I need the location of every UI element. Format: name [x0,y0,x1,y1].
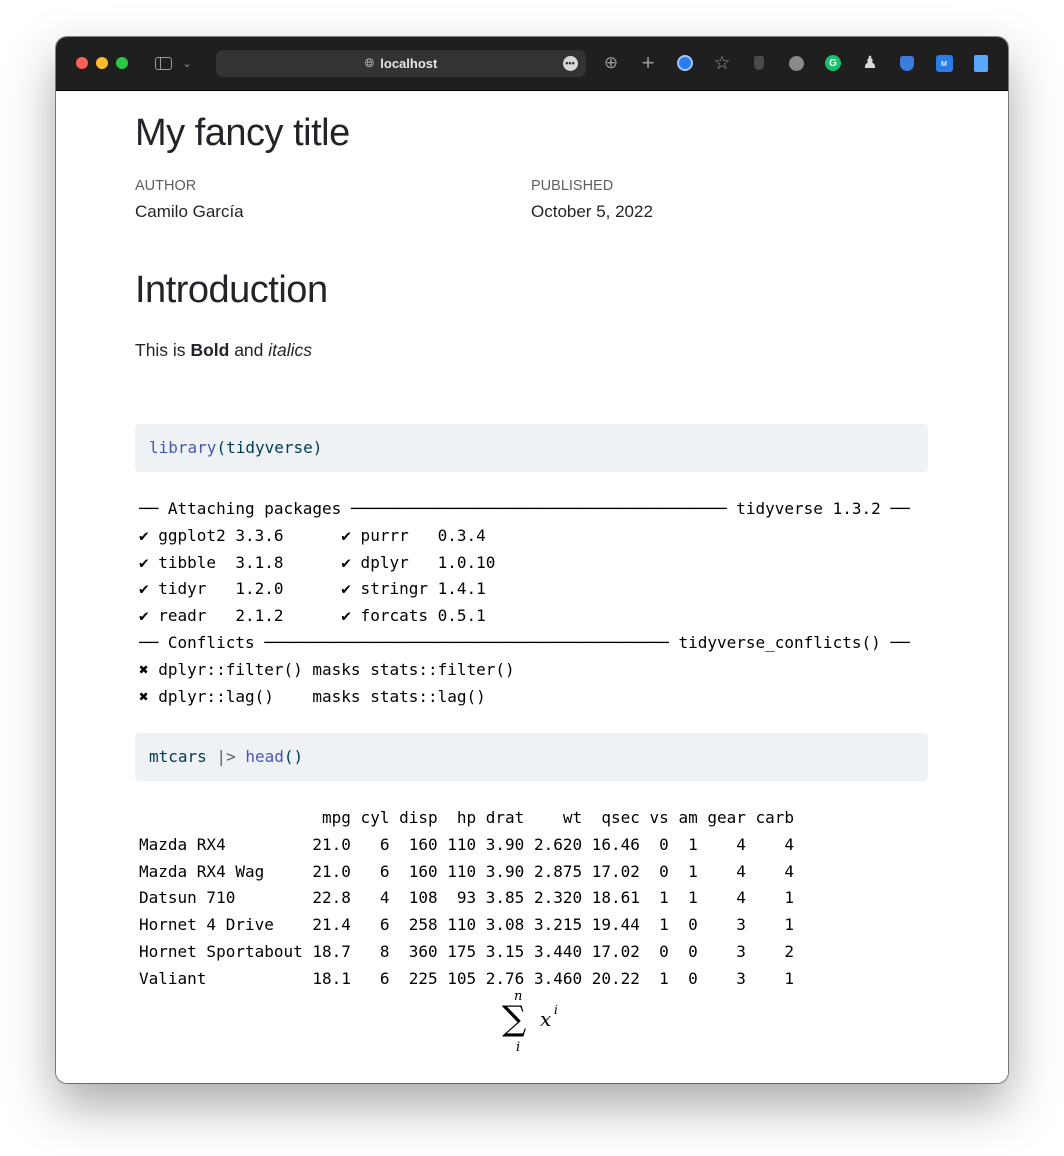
intro-bold: Bold [190,340,230,360]
console-output-line: ✔ tidyr 1.2.0 ✔ stringr 1.4.1 [139,579,486,599]
code-pipe: |> [206,747,246,766]
table-row: Mazda RX4 Wag 21.0 6 160 110 3.90 2.875 … [139,861,795,881]
extension-square-icon[interactable]: ᴍ [934,51,954,75]
code-function: library [149,438,217,457]
intro-paragraph: This is Bold and italics [135,340,312,361]
close-window-button[interactable] [76,57,88,69]
code-paren-close: ) [312,438,323,457]
console-output-line: ✔ tibble 3.1.8 ✔ dplyr 1.0.10 [139,552,496,572]
security-shield-icon[interactable] [897,51,917,75]
code-argument: tidyverse [226,438,313,457]
sum-base: x [540,1007,552,1031]
code-block-library[interactable]: library(tidyverse) [135,424,928,472]
table-row: Mazda RX4 21.0 6 160 110 3.90 2.620 16.4… [139,834,795,854]
code-paren-open: ( [216,438,227,457]
intro-middle: and [229,340,269,360]
published-label: PUBLISHED [531,178,614,194]
console-output-line: ✔ readr 2.1.2 ✔ forcats 0.5.1 [139,606,486,626]
privacy-shield-icon[interactable] [749,51,769,75]
download-icon[interactable]: ⊕ [601,51,621,75]
table-row: Hornet 4 Drive 21.4 6 258 110 3.08 3.215… [139,915,795,935]
bookmark-star-icon[interactable]: ☆ [712,51,732,75]
output-mtcars-table: mpg cyl disp hp drat wt qsec vs am gear … [139,805,928,993]
browser-window: ⌄ 🌐︎ localhost ••• ⊕ + ☆ G ♟ ᴍ My fancy … [56,37,1008,1083]
console-output-line: ✔ ggplot2 3.3.6 ✔ purrr 0.3.4 [139,525,486,545]
zoom-window-button[interactable] [116,57,128,69]
code-object: mtcars [149,747,207,766]
intro-italic: italics [268,340,313,360]
address-bar-url: localhost [380,56,438,71]
table-row: Datsun 710 22.8 4 108 93 3.85 2.320 18.6… [139,888,795,908]
table-row: Hornet Sportabout 18.7 8 360 175 3.15 3.… [139,941,795,961]
code-parens: () [283,747,304,766]
page-content: My fancy title AUTHOR Camilo García PUBL… [56,91,1008,1083]
address-bar[interactable]: 🌐︎ localhost [216,50,586,77]
new-tab-icon[interactable]: + [638,50,658,75]
globe-icon: 🌐︎ [364,56,375,70]
console-output-line: ── Attaching packages ──────────────────… [139,499,910,518]
code-function: head [245,747,284,766]
document-icon[interactable] [971,51,991,75]
grammarly-icon[interactable]: G [823,51,843,75]
console-output-line: ── Conflicts ───────────────────────────… [139,632,910,652]
extension-blue-circle-icon[interactable] [675,51,695,75]
author-name: Camilo García [135,202,244,221]
code-block-mtcars[interactable]: mtcars |> head() [135,733,928,781]
github-icon[interactable]: ♟ [860,51,880,75]
intro-prefix: This is [135,340,191,360]
table-row: mpg cyl disp hp drat wt qsec vs am gear … [139,808,795,827]
sum-operator: ∑ [502,999,527,1039]
author-label: AUTHOR [135,178,197,194]
console-output-line: ✖ dplyr::filter() masks stats::filter() [139,659,515,679]
section-heading: Introduction [135,269,328,311]
more-options-icon[interactable]: ••• [561,51,579,75]
chevron-down-icon[interactable]: ⌄ [180,51,194,75]
published-date: October 5, 2022 [531,202,653,221]
console-output-line: ✖ dplyr::lag() masks stats::lag() [139,686,486,706]
page-title: My fancy title [135,112,350,154]
sidebar-toggle-icon[interactable] [152,51,174,75]
sum-lower-limit: i [516,1040,521,1055]
extension-grey-icon[interactable] [786,51,806,75]
sum-exponent: i [554,1003,558,1017]
summation-formula: n ∑ x i i [502,989,572,1083]
browser-toolbar: ⌄ 🌐︎ localhost ••• ⊕ + ☆ G ♟ ᴍ [56,37,1008,91]
minimize-window-button[interactable] [96,57,108,69]
output-attach-packages: ── Attaching packages ──────────────────… [139,496,928,710]
